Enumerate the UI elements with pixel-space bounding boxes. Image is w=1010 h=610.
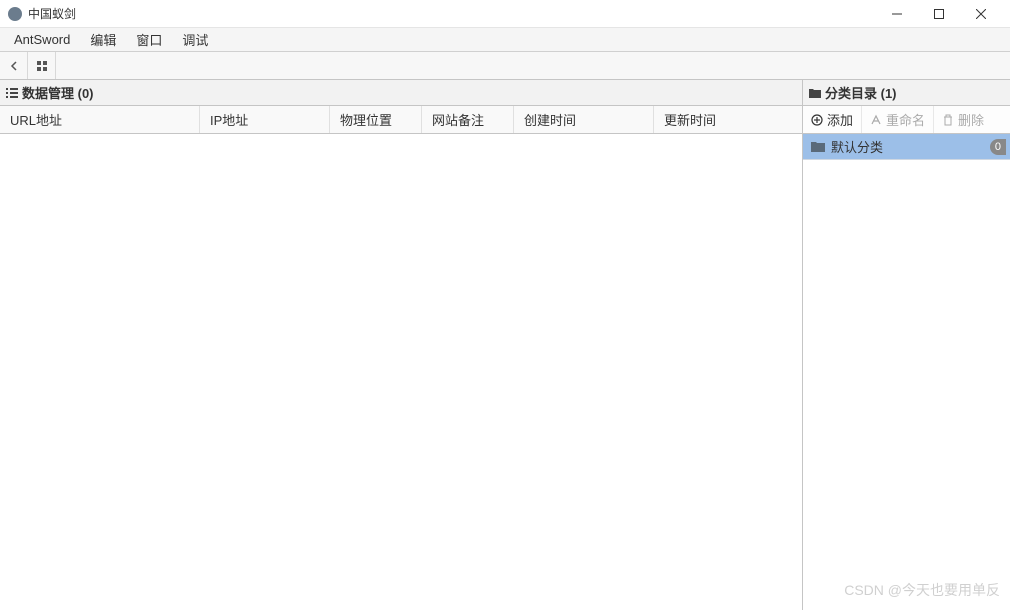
table-header: URL地址 IP地址 物理位置 网站备注 创建时间 更新时间 [0, 106, 802, 134]
menu-antsword[interactable]: AntSword [4, 29, 80, 50]
toolbar [0, 52, 1010, 80]
column-note[interactable]: 网站备注 [422, 106, 514, 133]
main-area: 数据管理 (0) URL地址 IP地址 物理位置 网站备注 创建时间 更新时间 … [0, 80, 1010, 610]
add-label: 添加 [827, 110, 853, 129]
column-url[interactable]: URL地址 [0, 106, 200, 133]
close-button[interactable] [960, 0, 1002, 28]
window-title: 中国蚁剑 [28, 5, 876, 22]
category-item-default[interactable]: 默认分类 0 [803, 134, 1010, 160]
folder-icon [811, 141, 825, 152]
list-icon [6, 87, 18, 99]
table-body[interactable] [0, 134, 802, 610]
folder-icon [809, 88, 821, 98]
category-count-badge: 0 [990, 139, 1006, 155]
category-panel: 分类目录 (1) 添加 重命名 删除 默认分类 0 [803, 80, 1010, 610]
menu-window[interactable]: 窗口 [126, 27, 172, 52]
maximize-button[interactable] [918, 0, 960, 28]
menu-bar: AntSword 编辑 窗口 调试 [0, 28, 1010, 52]
plus-circle-icon [811, 114, 823, 126]
rename-label: 重命名 [886, 110, 925, 129]
category-list: 默认分类 0 [803, 134, 1010, 610]
data-panel-title: 数据管理 (0) [22, 83, 94, 102]
menu-edit[interactable]: 编辑 [80, 27, 126, 52]
menu-debug[interactable]: 调试 [172, 27, 218, 52]
window-controls [876, 0, 1002, 28]
column-created[interactable]: 创建时间 [514, 106, 654, 133]
app-icon [8, 7, 22, 21]
delete-category-button[interactable]: 删除 [934, 106, 992, 133]
column-updated[interactable]: 更新时间 [654, 106, 802, 133]
toolbar-grid-button[interactable] [28, 52, 56, 79]
toolbar-back-button[interactable] [0, 52, 28, 79]
add-category-button[interactable]: 添加 [803, 106, 862, 133]
minimize-button[interactable] [876, 0, 918, 28]
trash-icon [942, 114, 954, 126]
column-location[interactable]: 物理位置 [330, 106, 422, 133]
font-icon [870, 114, 882, 126]
column-ip[interactable]: IP地址 [200, 106, 330, 133]
title-bar: 中国蚁剑 [0, 0, 1010, 28]
category-panel-header: 分类目录 (1) [803, 80, 1010, 106]
data-panel-header: 数据管理 (0) [0, 80, 802, 106]
category-name: 默认分类 [831, 137, 883, 156]
rename-category-button[interactable]: 重命名 [862, 106, 934, 133]
delete-label: 删除 [958, 110, 984, 129]
data-panel: 数据管理 (0) URL地址 IP地址 物理位置 网站备注 创建时间 更新时间 [0, 80, 803, 610]
category-panel-title: 分类目录 (1) [825, 83, 897, 102]
category-toolbar: 添加 重命名 删除 [803, 106, 1010, 134]
toolbar-spacer [56, 52, 1010, 79]
